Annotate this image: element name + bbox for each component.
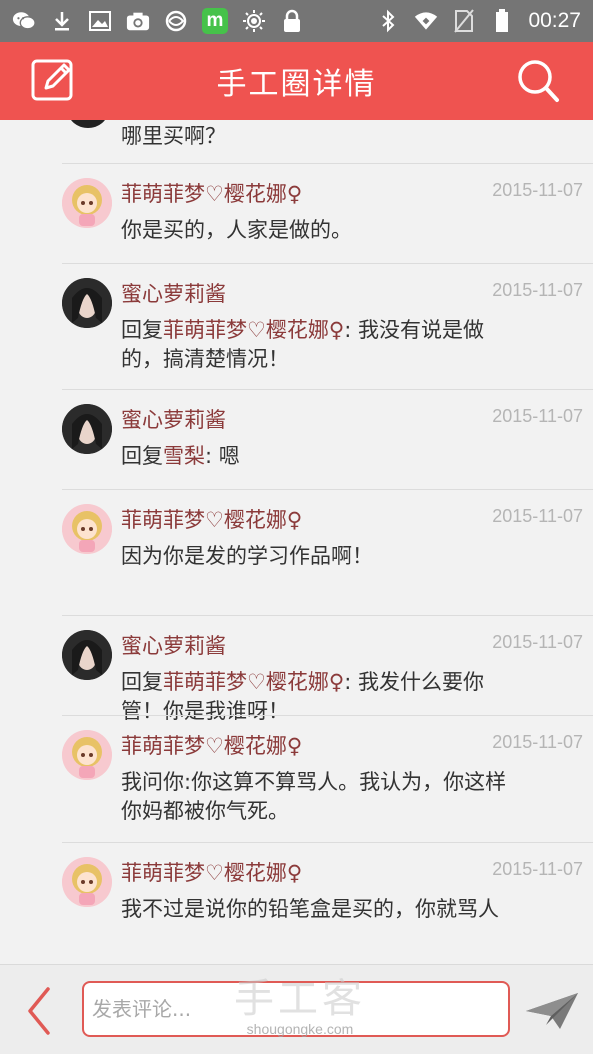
username[interactable]: 菲萌菲梦♡樱花娜♀ — [121, 857, 302, 887]
search-icon — [518, 60, 559, 102]
username[interactable]: 菲萌菲梦♡樱花娜♀ — [121, 178, 302, 208]
comment-body: 我不过是说你的铅笔盒是买的，你就骂人 — [121, 897, 499, 921]
page-title: 手工圈详情 — [216, 67, 377, 102]
camera-icon — [126, 10, 150, 32]
reply-target-name[interactable]: 菲萌菲梦♡樱花娜♀ — [163, 318, 344, 342]
comment-text: 因为你是发的学习作品啊！ — [121, 542, 523, 571]
comment-item[interactable]: 蜜心萝莉酱 2015-11-07 回复菲萌菲梦♡樱花娜♀: 我发什么要你管！你是我谁… — [0, 616, 593, 723]
paper-plane-icon — [526, 993, 578, 1029]
username[interactable]: 蜜心萝莉酱 — [121, 630, 226, 660]
comment-date: 2015-11-07 — [492, 506, 583, 526]
comment-date: 2015-11-07 — [492, 406, 583, 426]
edit-button[interactable] — [30, 58, 78, 104]
partial-comment: 哪里买啊？ — [0, 120, 593, 164]
comment-date: 2015-11-07 — [492, 280, 583, 300]
avatar[interactable] — [62, 504, 112, 554]
brightness-icon — [242, 10, 266, 32]
no-sim-icon — [452, 9, 476, 33]
comment-text: 我问你:你这算不算骂人。我认为，你这样你妈都被你气死。 — [121, 768, 523, 826]
comment-date: 2015-11-07 — [492, 859, 583, 879]
avatar[interactable] — [62, 404, 112, 454]
battery-icon — [490, 9, 514, 32]
comment-text: 我不过是说你的铅笔盒是买的，你就骂人 — [121, 895, 523, 924]
wechat-icon — [12, 10, 36, 32]
wifi-icon — [414, 10, 438, 32]
username[interactable]: 菲萌菲梦♡樱花娜♀ — [121, 730, 302, 760]
comment-date: 2015-11-07 — [492, 632, 583, 652]
comment-item[interactable]: 蜜心萝莉酱 2015-11-07 回复雪梨: 嗯 — [0, 390, 593, 490]
avatar[interactable] — [62, 630, 112, 680]
username[interactable]: 蜜心萝莉酱 — [121, 404, 226, 434]
comment-body: 我问你:你这算不算骂人。我认为，你这样你妈都被你气死。 — [121, 770, 507, 823]
avatar[interactable] — [62, 857, 112, 907]
username[interactable]: 菲萌菲梦♡樱花娜♀ — [121, 504, 302, 534]
avatar[interactable] — [62, 730, 112, 780]
comment-body: : 嗯 — [205, 444, 240, 468]
back-button[interactable] — [22, 985, 58, 1037]
bluetooth-icon — [376, 9, 400, 33]
avatar[interactable] — [62, 178, 112, 228]
image-icon — [88, 10, 112, 32]
comment-item[interactable]: 菲萌菲梦♡樱花娜♀ 2015-11-07 我问你:你这算不算骂人。我认为，你这样你妈… — [0, 716, 593, 843]
comment-text: 回复菲萌菲梦♡樱花娜♀: 我没有说是做的，搞清楚情况！ — [121, 316, 523, 374]
m-app-icon: m — [202, 8, 228, 34]
comment-list[interactable]: 哪里买啊？ 菲萌菲梦♡樱花娜♀ 2015-11-07 你是买的，人家是做的。蜜心萝莉… — [0, 120, 593, 964]
comment-text: 哪里买啊？ — [121, 124, 226, 148]
reply-prefix: 回复 — [121, 444, 163, 468]
avatar — [68, 120, 108, 128]
chevron-left-icon — [28, 987, 50, 1035]
search-button[interactable] — [515, 58, 563, 104]
app-header: 手工圈详情 — [0, 42, 593, 120]
comment-date: 2015-11-07 — [492, 180, 583, 200]
comment-item[interactable]: 菲萌菲梦♡樱花娜♀ 2015-11-07 我不过是说你的铅笔盒是买的，你就骂人 — [0, 843, 593, 964]
comment-bar: 手工客 shougongke.com — [0, 964, 593, 1054]
comment-body: 因为你是发的学习作品啊！ — [121, 544, 373, 568]
comment-date: 2015-11-07 — [492, 732, 583, 752]
status-bar: m 00:27 — [0, 0, 593, 42]
comment-text: 你是买的，人家是做的。 — [121, 216, 523, 245]
comment-item[interactable]: 蜜心萝莉酱 2015-11-07 回复菲萌菲梦♡樱花娜♀: 我没有说是做的，搞清楚情… — [0, 264, 593, 390]
reply-prefix: 回复 — [121, 318, 163, 342]
comment-input[interactable] — [82, 981, 510, 1037]
comment-item[interactable]: 菲萌菲梦♡樱花娜♀ 2015-11-07 因为你是发的学习作品啊！ — [0, 490, 593, 616]
comment-text: 回复雪梨: 嗯 — [121, 442, 523, 471]
username[interactable]: 蜜心萝莉酱 — [121, 278, 226, 308]
avatar[interactable] — [62, 278, 112, 328]
comment-body: 你是买的，人家是做的。 — [121, 218, 352, 242]
download-icon — [50, 10, 74, 32]
app-icon — [164, 10, 188, 32]
comment-item[interactable]: 菲萌菲梦♡樱花娜♀ 2015-11-07 你是买的，人家是做的。 — [0, 164, 593, 264]
lock-icon — [280, 9, 304, 32]
edit-icon — [31, 59, 73, 101]
reply-prefix: 回复 — [121, 670, 163, 694]
reply-target-name[interactable]: 雪梨 — [163, 444, 205, 468]
send-button[interactable] — [524, 989, 580, 1033]
reply-target-name[interactable]: 菲萌菲梦♡樱花娜♀ — [163, 670, 344, 694]
clock: 00:27 — [528, 9, 581, 32]
